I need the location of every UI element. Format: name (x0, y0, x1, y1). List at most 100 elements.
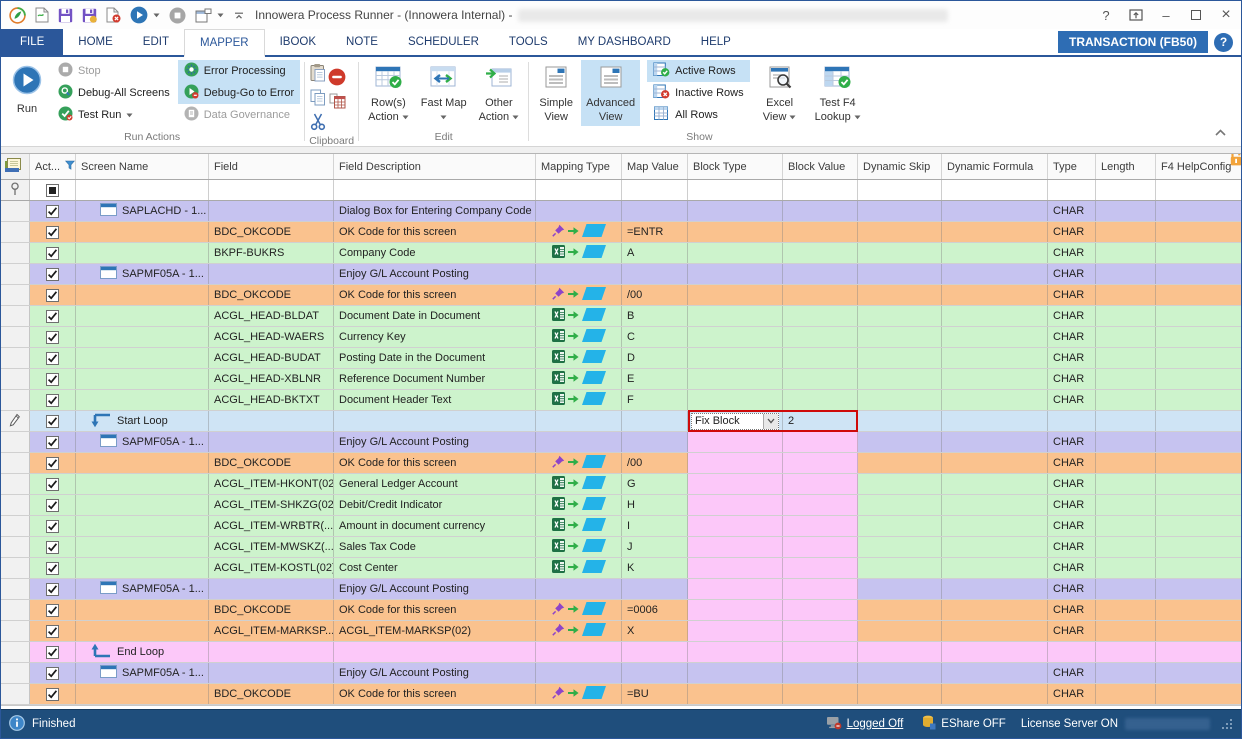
f4-helpconfig-cell[interactable] (1156, 285, 1241, 305)
dynamic-formula-cell[interactable] (942, 369, 1048, 389)
type-cell[interactable]: CHAR (1048, 579, 1096, 599)
active-rows-button[interactable]: Active Rows (647, 60, 749, 82)
block-value-cell[interactable] (783, 306, 858, 326)
dynamic-skip-cell[interactable] (858, 348, 942, 368)
block-value-cell[interactable] (783, 537, 858, 557)
active-checkbox-cell[interactable] (30, 474, 76, 494)
field-description-cell[interactable] (334, 642, 536, 662)
f4-helpconfig-cell[interactable] (1156, 663, 1241, 683)
test-f4-lookup-button[interactable]: Test F4 Lookup (810, 60, 866, 126)
mapping-type-cell[interactable] (536, 348, 622, 368)
tab-note[interactable]: NOTE (331, 29, 393, 55)
column-header-dyn_skip[interactable]: Dynamic Skip (858, 154, 942, 179)
screen-name-cell[interactable]: SAPMF05A - 1... (76, 579, 209, 599)
dynamic-formula-cell[interactable] (942, 516, 1048, 536)
map-value-cell[interactable]: =BU (622, 684, 688, 704)
paste-special-icon[interactable] (329, 93, 346, 112)
screen-name-cell[interactable] (76, 390, 209, 410)
block-type-cell[interactable] (688, 327, 783, 347)
dynamic-skip-cell[interactable] (858, 642, 942, 662)
dynamic-skip-cell[interactable] (858, 306, 942, 326)
active-checkbox-cell[interactable] (30, 411, 76, 431)
run-dropdown-caret-icon[interactable] (153, 5, 160, 25)
tab-mapper[interactable]: MAPPER (184, 29, 265, 57)
dynamic-skip-cell[interactable] (858, 264, 942, 284)
block-type-cell[interactable] (688, 537, 783, 557)
active-checkbox-cell[interactable] (30, 537, 76, 557)
type-cell[interactable]: CHAR (1048, 327, 1096, 347)
active-checkbox-cell[interactable] (30, 348, 76, 368)
active-checkbox-cell[interactable] (30, 600, 76, 620)
filter-cell-f4[interactable] (1156, 180, 1241, 200)
mapping-type-cell[interactable] (536, 453, 622, 473)
active-checkbox[interactable] (46, 226, 59, 239)
length-cell[interactable] (1096, 453, 1156, 473)
active-checkbox-cell[interactable] (30, 264, 76, 284)
dynamic-formula-cell[interactable] (942, 453, 1048, 473)
field-description-cell[interactable]: Enjoy G/L Account Posting (334, 264, 536, 284)
column-header-mapping[interactable]: Mapping Type (536, 154, 622, 179)
dynamic-formula-cell[interactable] (942, 222, 1048, 242)
block-type-cell[interactable] (688, 390, 783, 410)
f4-helpconfig-cell[interactable] (1156, 684, 1241, 704)
type-cell[interactable]: CHAR (1048, 285, 1096, 305)
dynamic-skip-cell[interactable] (858, 621, 942, 641)
type-cell[interactable]: CHAR (1048, 537, 1096, 557)
mapping-type-cell[interactable] (536, 432, 622, 452)
block-type-cell[interactable] (688, 474, 783, 494)
type-cell[interactable] (1048, 642, 1096, 662)
active-checkbox[interactable] (46, 625, 59, 638)
screen-name-cell[interactable] (76, 285, 209, 305)
inactive-rows-button[interactable]: Inactive Rows (647, 82, 749, 104)
f4-helpconfig-cell[interactable] (1156, 369, 1241, 389)
type-cell[interactable]: CHAR (1048, 222, 1096, 242)
field-description-cell[interactable]: Amount in document currency (334, 516, 536, 536)
field-cell[interactable]: ACGL_ITEM-SHKZG(02) (209, 495, 334, 515)
maximize-button[interactable] (1181, 1, 1211, 29)
length-cell[interactable] (1096, 432, 1156, 452)
active-checkbox-cell[interactable] (30, 243, 76, 263)
block-value-cell[interactable] (783, 432, 858, 452)
f4-helpconfig-cell[interactable] (1156, 411, 1241, 431)
mapping-type-cell[interactable] (536, 390, 622, 410)
f4-helpconfig-cell[interactable] (1156, 579, 1241, 599)
column-header-block_type[interactable]: Block Type (688, 154, 783, 179)
active-checkbox-cell[interactable] (30, 663, 76, 683)
screen-name-cell[interactable] (76, 621, 209, 641)
block-value-cell[interactable] (783, 264, 858, 284)
f4-helpconfig-cell[interactable] (1156, 264, 1241, 284)
dynamic-skip-cell[interactable] (858, 222, 942, 242)
screen-name-cell[interactable]: End Loop (76, 642, 209, 662)
new-document-icon[interactable] (35, 5, 49, 25)
field-cell[interactable] (209, 432, 334, 452)
filter-cell-map_value[interactable] (622, 180, 688, 200)
field-cell[interactable]: BDC_OKCODE (209, 684, 334, 704)
mapping-type-cell[interactable] (536, 369, 622, 389)
active-checkbox[interactable] (46, 583, 59, 596)
block-type-cell[interactable] (688, 201, 783, 221)
dynamic-skip-cell[interactable] (858, 243, 942, 263)
field-cell[interactable]: ACGL_HEAD-BUDAT (209, 348, 334, 368)
active-checkbox-cell[interactable] (30, 369, 76, 389)
block-type-cell[interactable] (688, 495, 783, 515)
tab-file[interactable]: FILE (1, 29, 63, 55)
block-type-cell[interactable] (688, 600, 783, 620)
block-value-cell[interactable] (783, 201, 858, 221)
field-cell[interactable]: ACGL_ITEM-KOSTL(02) (209, 558, 334, 578)
map-value-cell[interactable] (622, 579, 688, 599)
f4-helpconfig-cell[interactable] (1156, 516, 1241, 536)
active-checkbox[interactable] (46, 499, 59, 512)
map-value-cell[interactable]: =ENTR (622, 222, 688, 242)
mapping-type-cell[interactable] (536, 684, 622, 704)
map-value-cell[interactable]: /00 (622, 285, 688, 305)
f4-helpconfig-cell[interactable] (1156, 558, 1241, 578)
block-type-cell[interactable] (688, 222, 783, 242)
block-value-cell[interactable] (783, 369, 858, 389)
mapping-type-cell[interactable] (536, 306, 622, 326)
column-header-block_value[interactable]: Block Value (783, 154, 858, 179)
f4-helpconfig-cell[interactable] (1156, 327, 1241, 347)
field-description-cell[interactable]: OK Code for this screen (334, 684, 536, 704)
f4-helpconfig-cell[interactable] (1156, 390, 1241, 410)
column-header-f4[interactable]: F4 HelpConfig (1156, 154, 1241, 179)
filter-cell-block_type[interactable] (688, 180, 783, 200)
